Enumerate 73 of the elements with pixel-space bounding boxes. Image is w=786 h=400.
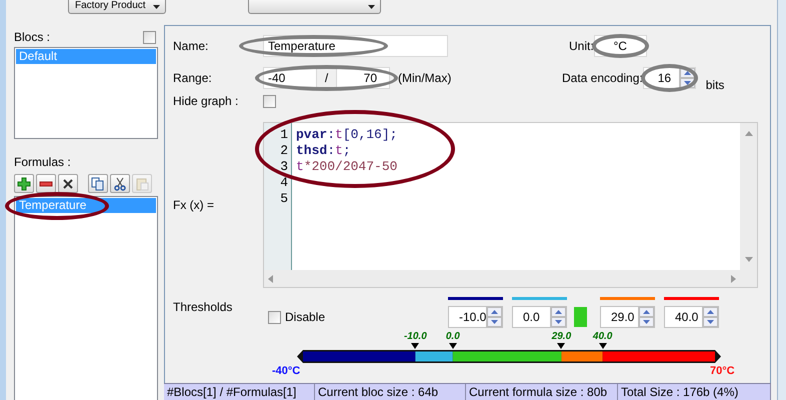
blocs-label: Blocs : (14, 29, 50, 46)
status-text: Current formula size : 80b (466, 384, 618, 400)
toolbar-button[interactable] (58, 174, 78, 193)
hide-graph-checkbox[interactable] (263, 94, 276, 108)
down-arrow-icon (491, 320, 498, 324)
marker-icon (598, 343, 607, 349)
formula-label: Fx (x) = (173, 197, 215, 214)
copy-icon (91, 176, 105, 190)
up-arrow-icon (555, 310, 562, 314)
hide-graph-label: Hide graph : (173, 93, 240, 110)
line-number: 4 (279, 175, 288, 191)
toolbar-button[interactable] (14, 174, 34, 193)
min-temperature-label: -40°C (272, 364, 300, 379)
down-arrow-icon (555, 320, 562, 324)
status-text: Current bloc size : 64b (315, 384, 466, 400)
toolbar-button[interactable] (88, 174, 108, 193)
up-arrow-icon (643, 310, 650, 314)
caret-icon (153, 5, 160, 9)
up-arrow-icon (684, 71, 691, 75)
blocs-checkbox[interactable] (143, 30, 156, 44)
max-temperature-label: 70°C (710, 364, 735, 379)
up-arrow-icon (707, 310, 714, 314)
down-arrow-icon (684, 81, 691, 85)
marker-label: 0.0 (446, 331, 460, 342)
clipboard-icon (135, 176, 149, 190)
dropdown[interactable]: Factory Product (68, 0, 166, 14)
line-number: 5 (279, 191, 288, 207)
dropdown[interactable] (248, 0, 381, 14)
bits-label: bits (706, 77, 724, 94)
code-editor[interactable]: 1 2 3 4 5 pvar:t[0,16]; thsd:t; t*200/2047-50 (263, 122, 758, 288)
down-arrow-icon (707, 320, 714, 324)
vertical-scrollbar[interactable] (740, 123, 757, 270)
threshold-spinner[interactable]: -10.0 (448, 306, 503, 328)
marker-icon (411, 343, 420, 349)
range-separator: / (324, 70, 330, 87)
marker-label: 29.0 (552, 331, 572, 342)
line-number: 3 (279, 159, 288, 175)
scissors-icon (113, 176, 127, 190)
threshold-spinner[interactable]: 0.0 (512, 306, 567, 328)
down-arrow-icon (643, 320, 650, 324)
marker-label: 40.0 (592, 331, 612, 342)
code-line: t*200/2047-50 (296, 159, 398, 175)
threshold-spinner[interactable]: 29.0 (600, 306, 655, 328)
toolbar-button[interactable] (110, 174, 130, 193)
unit-label: Unit: (569, 38, 594, 55)
encoding-label: Data encoding: (562, 70, 643, 87)
range-hint: (Min/Max) (398, 70, 452, 87)
threshold-spinner[interactable]: 40.0 (664, 306, 719, 328)
marker-label: -10.0 (404, 331, 427, 342)
status-text: Total Size : 176b (4%) (618, 384, 771, 400)
code-line: thsd:t; (296, 143, 352, 159)
marker-icon (557, 343, 566, 349)
disable-label: Disable (285, 309, 326, 326)
scroll-left-icon[interactable] (268, 274, 273, 282)
formulas-label: Formulas : (14, 154, 72, 171)
status-text: #Blocs[1] / #Formulas[1] (164, 384, 315, 400)
line-number: 1 (279, 127, 288, 143)
scroll-right-icon[interactable] (731, 274, 736, 282)
range-label: Range: (173, 70, 213, 87)
caret-icon (368, 5, 375, 9)
scroll-down-icon[interactable] (744, 257, 752, 262)
up-arrow-icon (491, 310, 498, 314)
plus-icon (17, 176, 31, 190)
line-number: 2 (279, 143, 288, 159)
disable-checkbox[interactable] (268, 310, 281, 324)
marker-icon (448, 343, 457, 349)
close-icon (61, 176, 75, 190)
name-label: Name: (173, 38, 210, 55)
scroll-up-icon[interactable] (744, 131, 752, 136)
code-line: pvar:t[0,16]; (296, 127, 398, 143)
toolbar-button[interactable] (36, 174, 56, 193)
horizontal-scrollbar[interactable] (264, 270, 740, 287)
thresholds-label: Thresholds (173, 299, 232, 316)
